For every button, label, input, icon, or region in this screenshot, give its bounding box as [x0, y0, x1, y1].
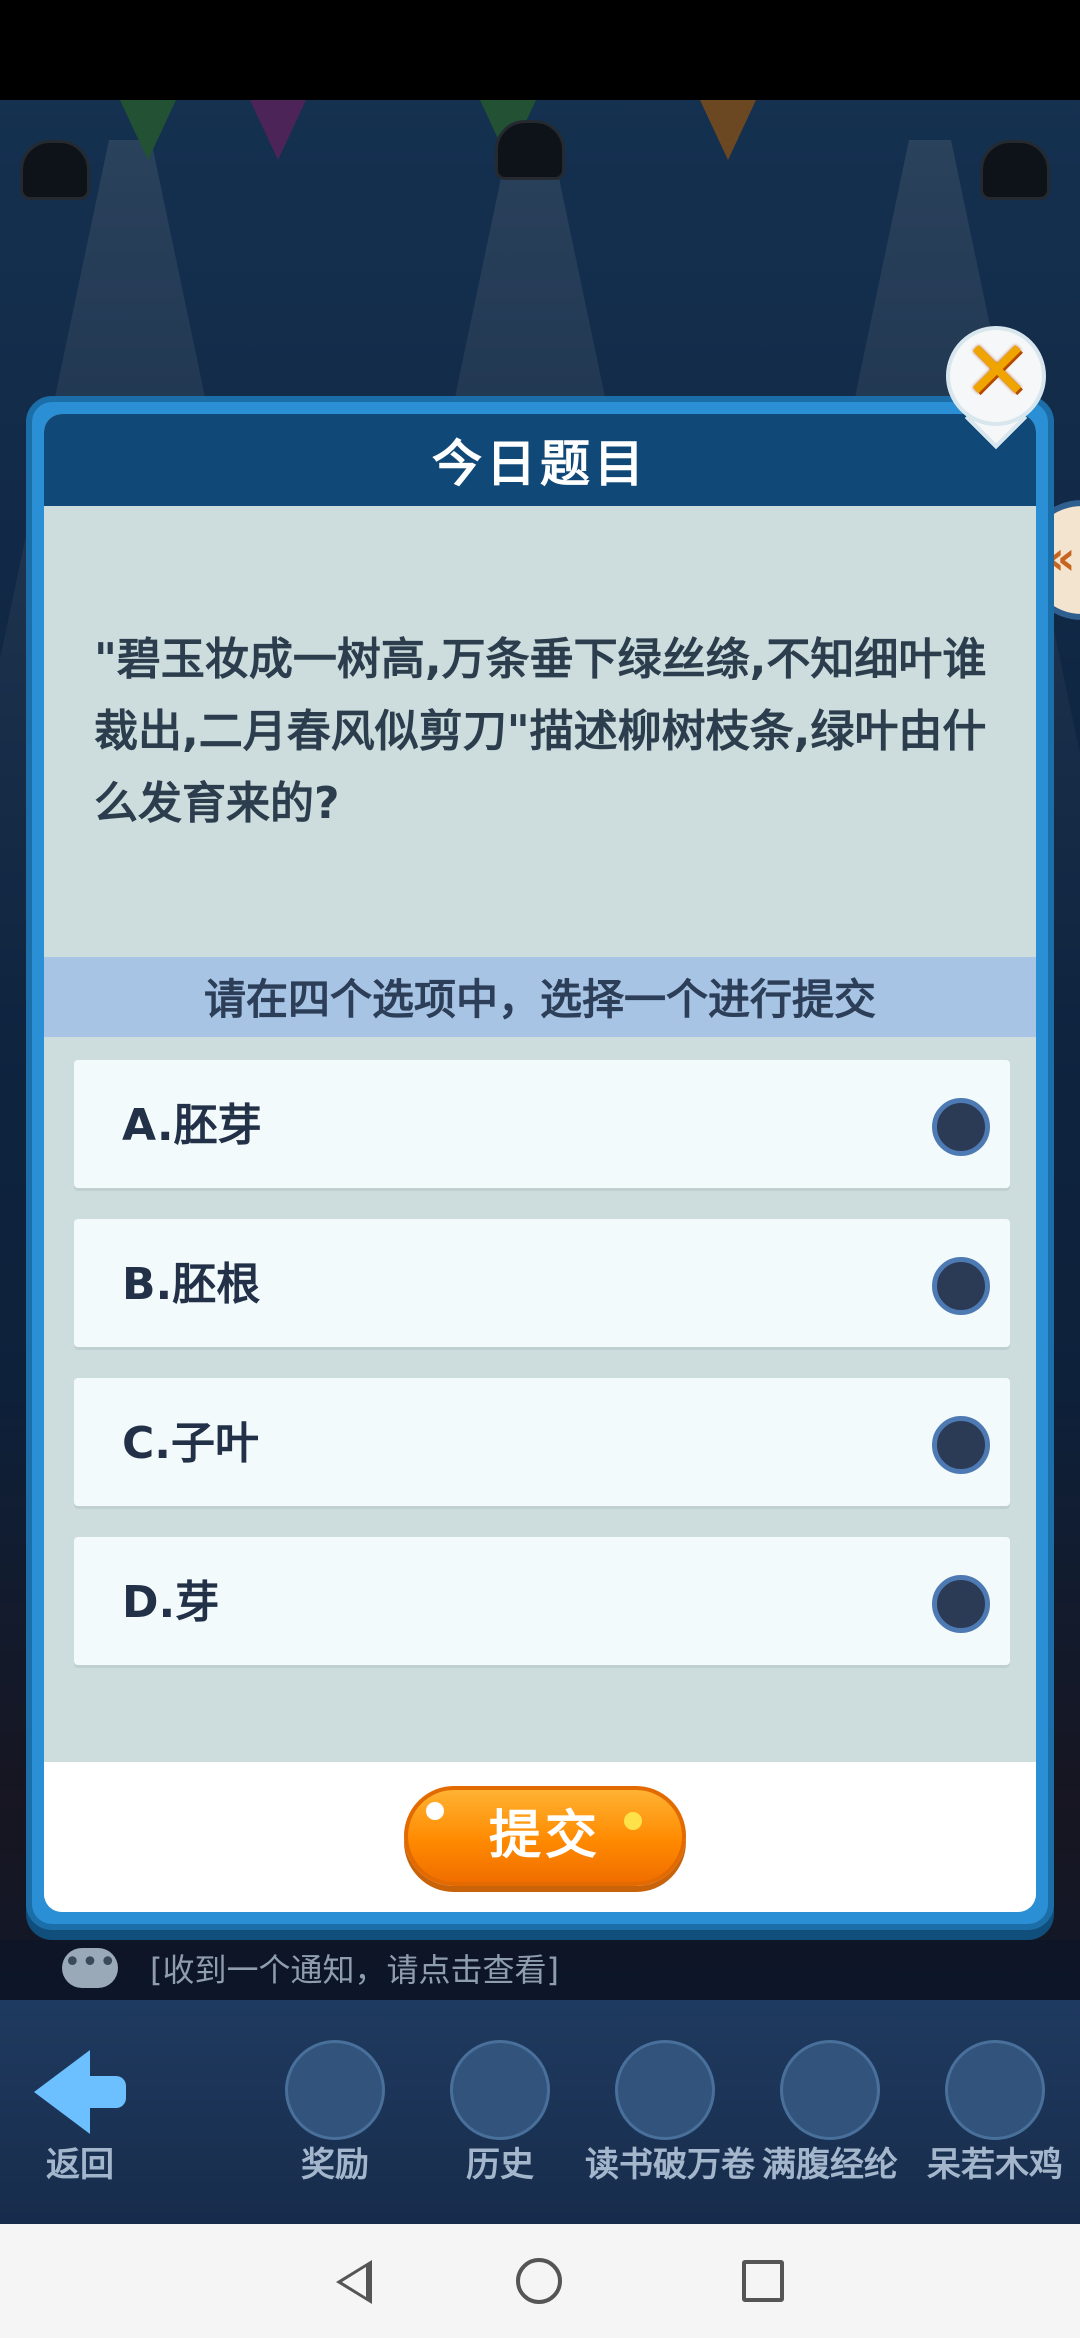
nav-reward[interactable]: 奖励 [255, 2020, 415, 2210]
option-d[interactable]: D.芽 [74, 1537, 1010, 1665]
radio-button[interactable] [932, 1098, 990, 1156]
button-shine [624, 1812, 642, 1830]
option-b[interactable]: B.胚根 [74, 1219, 1010, 1347]
trophy-icon [285, 2040, 385, 2140]
option-label: A.胚芽 [122, 1100, 262, 1151]
nav-history[interactable]: 历史 [420, 2020, 580, 2210]
nav-label: 读书破万卷 [585, 2145, 755, 2185]
nav-back[interactable]: 返回 [0, 2020, 160, 2210]
close-icon: ✕ [962, 324, 1032, 419]
instruction-bar: 请在四个选项中，选择一个进行提交 [44, 957, 1036, 1037]
nav-label: 呆若木鸡 [927, 2145, 1063, 2185]
modal-footer: 提交 [44, 1762, 1036, 1912]
submit-label: 提交 [488, 1806, 601, 1866]
home-circle-icon[interactable] [516, 2258, 562, 2304]
notice-bar[interactable]: ••• [收到一个通知，请点击查看] [0, 1940, 1080, 2000]
radio-button[interactable] [932, 1575, 990, 1633]
bottom-nav: 返回 奖励 历史 读书破万卷 满腹经纶 呆若木鸡 [0, 2000, 1080, 2224]
option-label: B.胚根 [122, 1259, 261, 1310]
notice-text: [收到一个通知，请点击查看] [150, 1951, 559, 1989]
close-button[interactable]: ✕ [946, 324, 1050, 450]
nav-badge-reader[interactable]: 读书破万卷 [585, 2020, 755, 2210]
radio-button[interactable] [932, 1257, 990, 1315]
nav-label: 返回 [46, 2145, 114, 2185]
submit-button[interactable]: 提交 [404, 1786, 686, 1886]
daily-question-modal: 今日题目 "碧玉妆成一树高,万条垂下绿丝绦,不知细叶谁裁出,二月春风似剪刀"描述… [26, 396, 1054, 1930]
question-text: "碧玉妆成一树高,万条垂下绿丝绦,不知细叶谁裁出,二月春风似剪刀"描述柳树枝条,… [94, 634, 987, 829]
modal-body: 今日题目 "碧玉妆成一树高,万条垂下绿丝绦,不知细叶谁裁出,二月春风似剪刀"描述… [44, 414, 1036, 1912]
modal-title: 今日题目 [44, 414, 1036, 506]
status-bar [0, 0, 1080, 100]
recents-square-icon[interactable] [742, 2260, 784, 2302]
nav-label: 满腹经纶 [762, 2145, 898, 2185]
koala-avatar-icon [780, 2040, 880, 2140]
back-arrow-stem [80, 2076, 126, 2108]
nav-badge-scholar[interactable]: 满腹经纶 [750, 2020, 910, 2210]
option-label: C.子叶 [122, 1418, 260, 1469]
nav-label: 奖励 [301, 2145, 369, 2185]
system-navigation-bar [0, 2224, 1080, 2338]
chicken-avatar-icon [945, 2040, 1045, 2140]
option-c[interactable]: C.子叶 [74, 1378, 1010, 1506]
back-triangle-inner [342, 2267, 366, 2297]
chat-bubble-icon: ••• [62, 1948, 118, 1988]
option-a[interactable]: A.胚芽 [74, 1060, 1010, 1188]
radio-button[interactable] [932, 1416, 990, 1474]
nav-label: 历史 [466, 2145, 534, 2185]
dog-avatar-icon [615, 2040, 715, 2140]
option-label: D.芽 [122, 1577, 220, 1628]
button-shine [426, 1802, 444, 1820]
nav-badge-chicken[interactable]: 呆若木鸡 [915, 2020, 1075, 2210]
clipboard-icon [450, 2040, 550, 2140]
